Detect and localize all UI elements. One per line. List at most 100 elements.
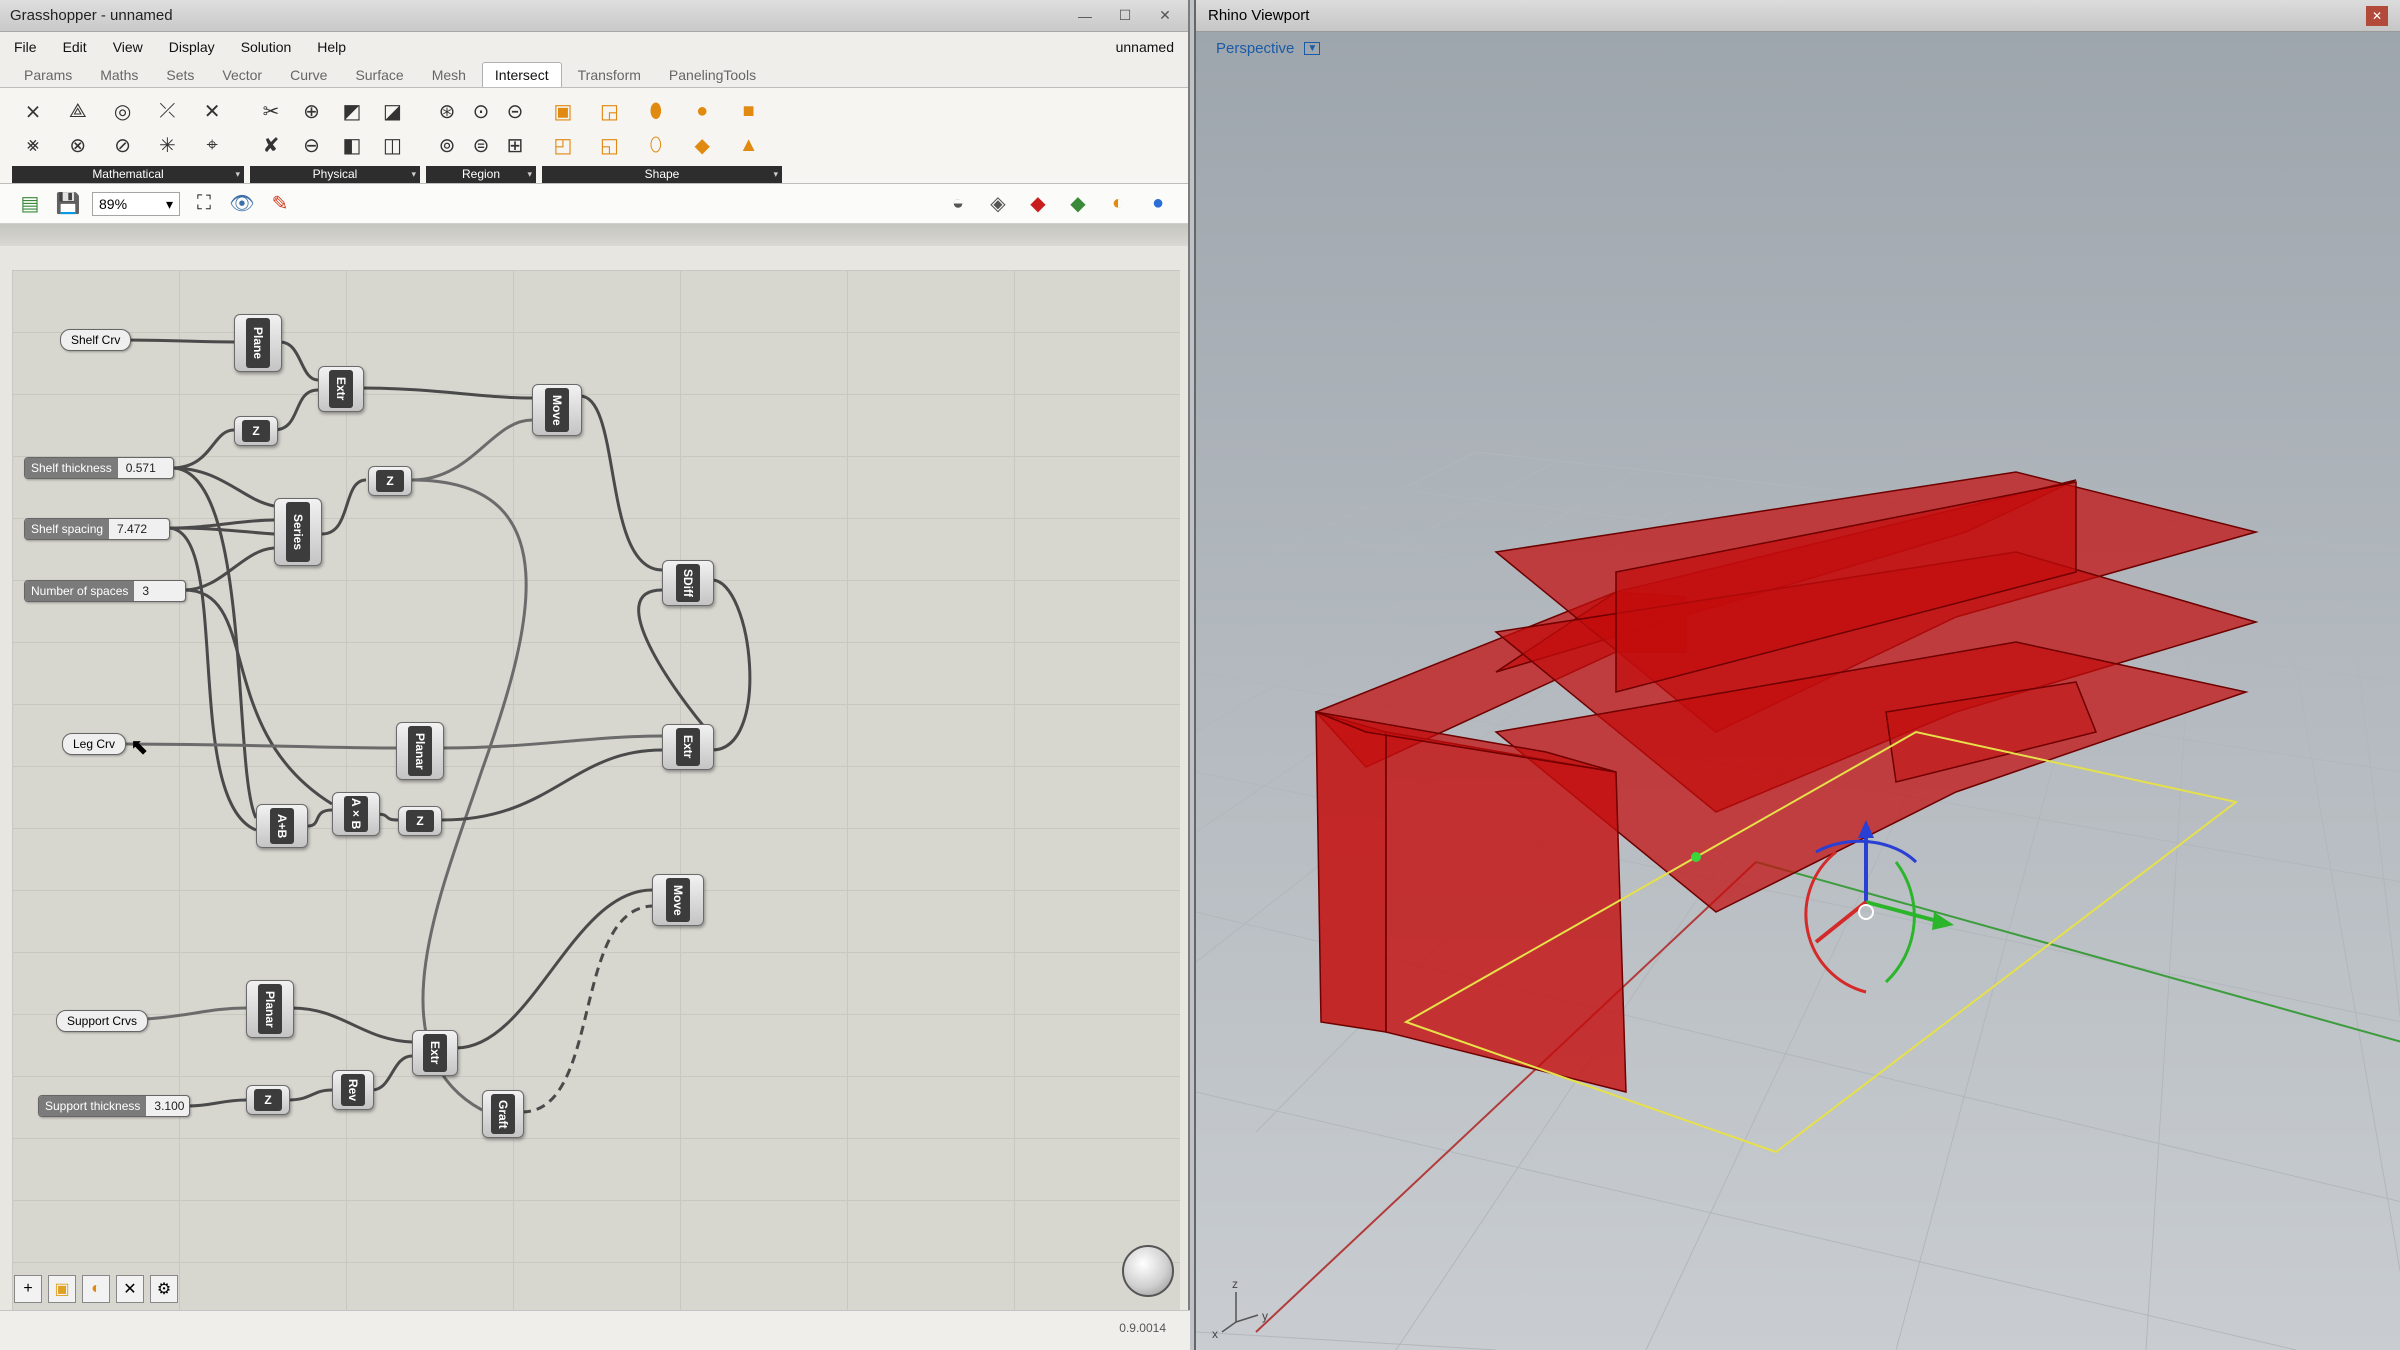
tab-curve[interactable]: Curve bbox=[278, 63, 339, 87]
zoom-extents-icon[interactable]: ⛶ bbox=[190, 190, 218, 218]
shape-tool-icon[interactable]: ■ bbox=[734, 96, 764, 126]
close-icon[interactable]: ✕ bbox=[1152, 6, 1178, 26]
tab-params[interactable]: Params bbox=[12, 63, 84, 87]
close-icon[interactable]: ✕ bbox=[2366, 5, 2388, 26]
component-move[interactable]: Move bbox=[532, 384, 582, 436]
minimize-icon[interactable]: — bbox=[1072, 6, 1098, 26]
component-extrude[interactable]: Extr bbox=[662, 724, 714, 770]
intersect-tool-icon[interactable]: ⊘ bbox=[108, 130, 138, 160]
slider-value[interactable]: 7.472 bbox=[109, 519, 169, 539]
shape-tool-icon[interactable]: ◆ bbox=[687, 130, 717, 160]
intersect-tool-icon[interactable]: ◎ bbox=[108, 96, 138, 126]
open-file-icon[interactable]: ▤ bbox=[16, 190, 44, 218]
intersect-tool-icon[interactable]: ◪ bbox=[378, 96, 408, 126]
union-icon[interactable]: ▣ bbox=[548, 96, 578, 126]
tab-panelingtools[interactable]: PanelingTools bbox=[657, 63, 768, 87]
component-graft[interactable]: Graft bbox=[482, 1090, 524, 1138]
slider-value[interactable]: 0.571 bbox=[118, 458, 173, 478]
intersection-icon[interactable]: ◲ bbox=[594, 96, 624, 126]
param-leg-crv[interactable]: Leg Crv bbox=[62, 733, 127, 755]
tab-mesh[interactable]: Mesh bbox=[420, 63, 478, 87]
menu-view[interactable]: View bbox=[113, 39, 143, 55]
intersect-tool-icon[interactable]: ⌖ bbox=[197, 130, 227, 160]
cluster-icon[interactable]: ◐ bbox=[82, 1275, 110, 1303]
zoom-select[interactable]: 89% ▾ bbox=[92, 191, 180, 216]
component-extrude[interactable]: Extr bbox=[412, 1030, 458, 1076]
slider-shelf-spacing[interactable]: Shelf spacing 7.472 bbox=[24, 518, 170, 540]
region-union-icon[interactable]: ⬮ bbox=[641, 96, 671, 126]
intersect-tool-icon[interactable]: ✂ bbox=[256, 96, 286, 126]
tab-transform[interactable]: Transform bbox=[566, 63, 653, 87]
intersect-tool-icon[interactable]: ⊗ bbox=[63, 130, 93, 160]
material-icon[interactable]: ◐ bbox=[1104, 190, 1132, 218]
intersect-tool-icon[interactable]: ⊝ bbox=[500, 96, 530, 126]
component-series[interactable]: Series bbox=[274, 498, 322, 566]
component-unit-z[interactable]: Z bbox=[398, 806, 442, 836]
tab-intersect[interactable]: Intersect bbox=[481, 62, 562, 87]
component-plane[interactable]: Plane bbox=[234, 314, 282, 372]
component-solid-difference[interactable]: SDiff bbox=[662, 560, 714, 606]
shape-tool-icon[interactable]: ● bbox=[687, 96, 717, 126]
perspective-viewport[interactable]: z y x bbox=[1196, 32, 2400, 1350]
difference-icon[interactable]: ◰ bbox=[548, 130, 578, 160]
param-shelf-crv[interactable]: Shelf Crv bbox=[60, 329, 132, 351]
menu-file[interactable]: File bbox=[14, 39, 37, 55]
grasshopper-canvas[interactable]: Shelf Crv Leg Crv Support Crvs Shelf thi… bbox=[12, 270, 1180, 1310]
intersect-tool-icon[interactable]: ⊛ bbox=[432, 96, 462, 126]
intersect-tool-icon[interactable]: ◫ bbox=[378, 130, 408, 160]
preview-eye-icon[interactable]: 👁 bbox=[228, 190, 256, 218]
delete-icon[interactable]: ✕ bbox=[116, 1275, 144, 1303]
intersect-tool-icon[interactable]: ⊙ bbox=[466, 96, 496, 126]
region-diff-icon[interactable]: ⬯ bbox=[641, 130, 671, 160]
settings-gear-icon[interactable]: ⚙ bbox=[150, 1275, 178, 1303]
slider-support-thickness[interactable]: Support thickness 3.100 bbox=[38, 1095, 190, 1117]
chevron-down-icon[interactable]: ▼ bbox=[1304, 42, 1321, 55]
intersect-tool-icon[interactable]: ⊚ bbox=[432, 130, 462, 160]
preview-selected-icon[interactable]: ◆ bbox=[1024, 190, 1052, 218]
component-extrude[interactable]: Extr bbox=[318, 366, 364, 412]
component-unit-z[interactable]: Z bbox=[246, 1085, 290, 1115]
intersect-tool-icon[interactable]: ⨳ bbox=[18, 130, 48, 160]
intersect-tool-icon[interactable]: ✕ bbox=[197, 96, 227, 126]
intersect-tool-icon[interactable]: ◩ bbox=[337, 96, 367, 126]
intersect-tool-icon[interactable]: ⊜ bbox=[466, 130, 496, 160]
component-unit-z[interactable]: Z bbox=[368, 466, 412, 496]
split-icon[interactable]: ◱ bbox=[594, 130, 624, 160]
slider-value[interactable]: 3.100 bbox=[146, 1096, 192, 1116]
menu-help[interactable]: Help bbox=[317, 39, 346, 55]
maximize-icon[interactable]: ☐ bbox=[1112, 6, 1138, 26]
intersect-tool-icon[interactable]: ✳ bbox=[152, 130, 182, 160]
menu-edit[interactable]: Edit bbox=[63, 39, 87, 55]
display-mode-icon[interactable]: ● bbox=[1144, 190, 1172, 218]
preview-wire-icon[interactable]: ◒ bbox=[944, 190, 972, 218]
viewport-name[interactable]: Perspective bbox=[1216, 40, 1294, 57]
preview-shaded-icon[interactable]: ◈ bbox=[984, 190, 1012, 218]
slider-value[interactable]: 3 bbox=[134, 581, 185, 601]
menu-solution[interactable]: Solution bbox=[241, 39, 292, 55]
menu-display[interactable]: Display bbox=[169, 39, 215, 55]
navigation-ball-icon[interactable] bbox=[1122, 1245, 1174, 1297]
tab-surface[interactable]: Surface bbox=[343, 63, 415, 87]
shape-tool-icon[interactable]: ▲ bbox=[734, 130, 764, 160]
component-reverse[interactable]: Rev bbox=[332, 1070, 374, 1110]
intersect-tool-icon[interactable]: ⨯ bbox=[18, 96, 48, 126]
sketch-pen-icon[interactable]: ✎ bbox=[266, 190, 294, 218]
tab-maths[interactable]: Maths bbox=[88, 63, 150, 87]
viewport-title[interactable]: Perspective ▼ bbox=[1216, 40, 1321, 57]
intersect-tool-icon[interactable]: ✘ bbox=[256, 130, 286, 160]
tab-sets[interactable]: Sets bbox=[154, 63, 206, 87]
component-planar[interactable]: Planar bbox=[246, 980, 294, 1038]
component-multiplication[interactable]: A×B bbox=[332, 792, 380, 836]
component-planar[interactable]: Planar bbox=[396, 722, 444, 780]
slider-shelf-thickness[interactable]: Shelf thickness 0.571 bbox=[24, 457, 174, 479]
add-icon[interactable]: + bbox=[14, 1275, 42, 1303]
component-addition[interactable]: A+B bbox=[256, 804, 308, 848]
intersect-tool-icon[interactable]: ⊕ bbox=[297, 96, 327, 126]
slider-number-of-spaces[interactable]: Number of spaces 3 bbox=[24, 580, 186, 602]
tab-vector[interactable]: Vector bbox=[210, 63, 274, 87]
param-support-crvs[interactable]: Support Crvs bbox=[56, 1010, 149, 1032]
intersect-tool-icon[interactable]: ⊖ bbox=[297, 130, 327, 160]
save-file-icon[interactable]: 💾 bbox=[54, 190, 82, 218]
intersect-tool-icon[interactable]: ◧ bbox=[337, 130, 367, 160]
intersect-tool-icon[interactable]: ⊞ bbox=[500, 130, 530, 160]
